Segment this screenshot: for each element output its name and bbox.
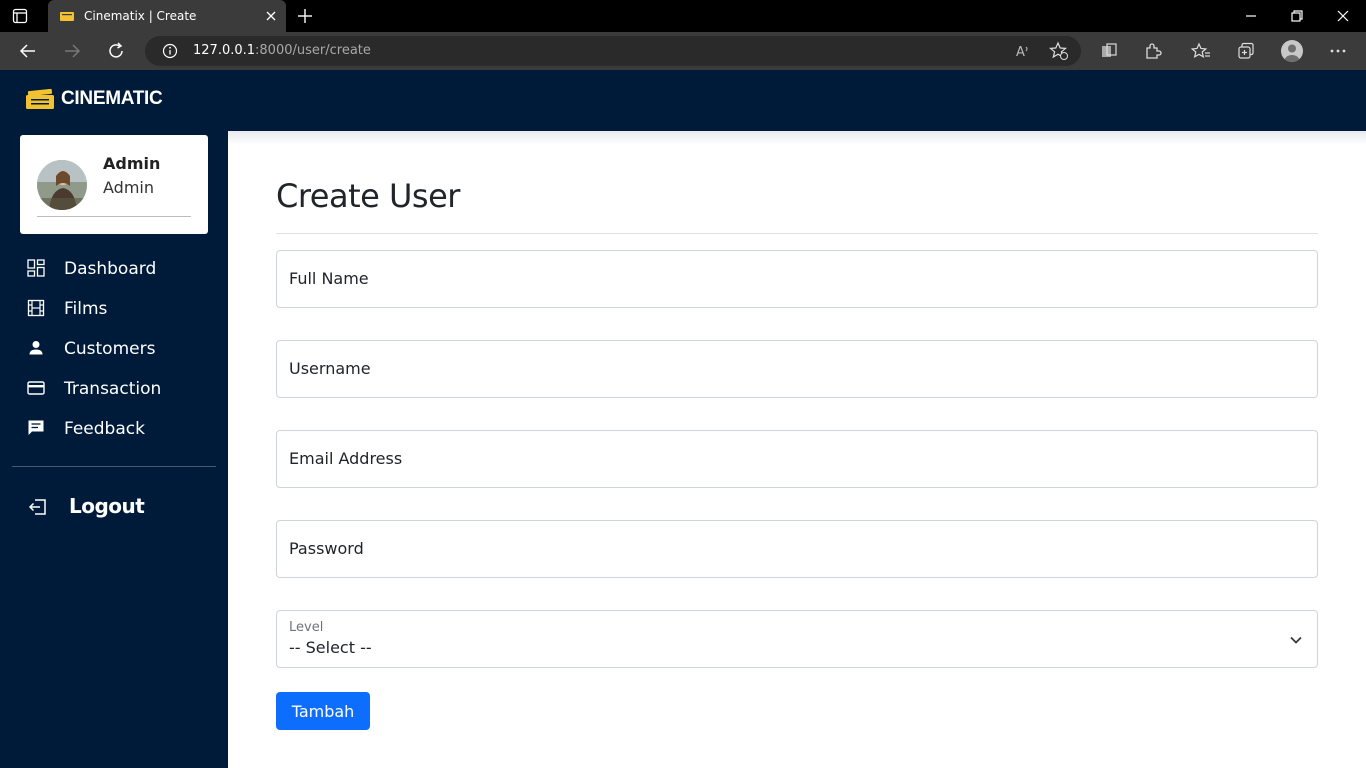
new-tab-icon[interactable] <box>296 7 314 25</box>
email-label: Email Address <box>289 449 403 468</box>
level-select[interactable]: Level -- Select -- <box>276 610 1318 668</box>
full-name-label: Full Name <box>289 269 369 288</box>
card-icon <box>27 381 45 395</box>
avatar-photo <box>37 160 87 210</box>
page-title: Create User <box>276 177 460 215</box>
browser-tab-bar: Cinematix | Create <box>0 0 1366 32</box>
profile-name: Admin <box>103 154 161 173</box>
collections-icon[interactable] <box>1236 41 1256 61</box>
ticket-logo-icon <box>26 89 54 109</box>
film-icon <box>27 299 45 317</box>
full-name-field[interactable]: Full Name <box>276 250 1318 308</box>
sidebar-item-customers[interactable]: Customers <box>0 329 228 369</box>
favorites-icon[interactable] <box>1191 41 1211 61</box>
username-field[interactable]: Username <box>276 340 1318 398</box>
level-label: Level <box>289 620 324 635</box>
read-aloud-icon[interactable]: A <box>1013 41 1033 61</box>
restore-icon[interactable] <box>1289 8 1305 24</box>
sidebar-item-films[interactable]: Films <box>0 289 228 329</box>
app-header: CINEMATIC <box>0 70 1366 131</box>
url-box[interactable]: 127.0.0.1:8000/user/create A <box>145 36 1081 66</box>
profile-card: Admin Admin <box>20 135 208 234</box>
feedback-icon <box>28 420 44 435</box>
tab-actions-icon[interactable] <box>12 8 28 24</box>
profile-divider <box>37 216 191 217</box>
url-host: 127.0.0.1 <box>193 43 256 58</box>
back-icon[interactable] <box>18 41 38 61</box>
browser-profile-avatar[interactable] <box>1281 40 1303 62</box>
sidebar-item-feedback[interactable]: Feedback <box>0 409 228 449</box>
username-label: Username <box>289 359 371 378</box>
level-selected-value: -- Select -- <box>289 638 372 657</box>
person-silhouette-icon <box>1284 44 1300 62</box>
url-text[interactable]: 127.0.0.1:8000/user/create <box>193 43 371 58</box>
minimize-icon[interactable] <box>1243 8 1259 24</box>
avatar <box>37 160 87 210</box>
logout-button[interactable]: Logout <box>0 487 228 527</box>
logout-icon <box>28 499 46 515</box>
sidebar-item-label: Feedback <box>64 419 145 439</box>
forward-icon[interactable] <box>62 41 82 61</box>
split-screen-icon[interactable] <box>1099 41 1119 61</box>
sidebar: Admin Admin Dashboard Films Customers Tr… <box>0 131 228 768</box>
chevron-down-icon <box>1290 636 1302 644</box>
browser-tab-active[interactable]: Cinematix | Create <box>48 0 286 32</box>
close-window-icon[interactable] <box>1335 8 1351 24</box>
extensions-icon[interactable] <box>1143 41 1163 61</box>
more-options-icon[interactable] <box>1328 41 1348 61</box>
tab-title: Cinematix | Create <box>84 9 197 23</box>
refresh-icon[interactable] <box>106 41 126 61</box>
sidebar-divider <box>12 466 216 467</box>
svg-text:A: A <box>1016 45 1025 60</box>
brand-name[interactable]: CINEMATIC <box>61 88 163 110</box>
browser-address-bar: 127.0.0.1:8000/user/create A <box>0 32 1366 70</box>
password-field[interactable]: Password <box>276 520 1318 578</box>
sidebar-item-label: Dashboard <box>64 259 157 279</box>
close-tab-icon[interactable] <box>264 9 278 23</box>
favorite-add-icon[interactable] <box>1049 41 1069 61</box>
person-icon <box>29 341 43 355</box>
profile-role: Admin <box>103 178 154 197</box>
sidebar-item-label: Customers <box>64 339 156 359</box>
site-info-icon[interactable] <box>162 43 178 59</box>
password-label: Password <box>289 539 364 558</box>
ticket-favicon-icon <box>60 12 74 21</box>
email-field[interactable]: Email Address <box>276 430 1318 488</box>
tambah-button[interactable]: Tambah <box>276 692 370 730</box>
sidebar-item-label: Films <box>64 299 108 319</box>
sidebar-item-label: Transaction <box>64 379 162 399</box>
sidebar-item-transaction[interactable]: Transaction <box>0 369 228 409</box>
title-divider <box>276 233 1318 234</box>
dashboard-icon <box>27 259 45 277</box>
url-path: :8000/user/create <box>255 43 371 58</box>
main-content: Create User Full Name Username Email Add… <box>228 131 1366 768</box>
sidebar-item-dashboard[interactable]: Dashboard <box>0 249 228 289</box>
logout-label: Logout <box>69 494 145 518</box>
